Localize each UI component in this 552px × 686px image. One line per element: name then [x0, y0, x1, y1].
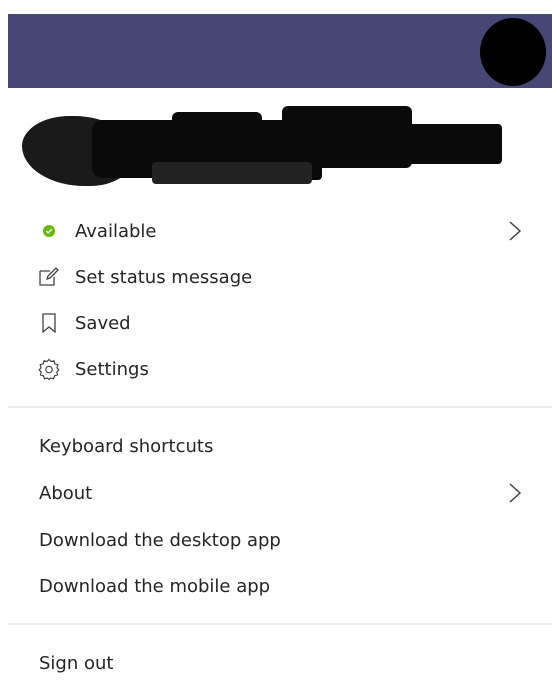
download-mobile-app-label: Download the mobile app [39, 575, 271, 597]
chevron-right-icon [509, 221, 522, 241]
keyboard-shortcuts-item[interactable]: Keyboard shortcuts [8, 424, 552, 468]
download-desktop-app-label: Download the desktop app [39, 529, 281, 551]
about-label: About [39, 482, 93, 504]
saved-item[interactable]: Saved [8, 301, 552, 345]
available-status-icon [38, 220, 60, 242]
bookmark-icon [38, 312, 60, 334]
status-label: Available [75, 220, 157, 242]
status-available-item[interactable]: Available [8, 209, 552, 253]
avatar[interactable] [480, 18, 546, 86]
download-mobile-app-item[interactable]: Download the mobile app [8, 564, 552, 608]
sign-out-label: Sign out [39, 652, 114, 674]
section-divider [8, 406, 552, 408]
chevron-right-icon [509, 483, 522, 503]
profile-header-band [8, 14, 552, 88]
profile-info-redacted [22, 106, 502, 190]
edit-message-icon [38, 266, 60, 288]
settings-label: Settings [75, 358, 149, 380]
profile-menu: Available Set status message Saved Setti… [0, 0, 552, 686]
set-status-message-item[interactable]: Set status message [8, 255, 552, 299]
about-item[interactable]: About [8, 471, 552, 515]
settings-item[interactable]: Settings [8, 347, 552, 391]
gear-icon [38, 358, 60, 380]
top-margin [0, 0, 552, 14]
keyboard-shortcuts-label: Keyboard shortcuts [39, 435, 214, 457]
saved-label: Saved [75, 312, 131, 334]
set-status-message-label: Set status message [75, 266, 253, 288]
sign-out-button[interactable]: Sign out [8, 641, 552, 685]
section-divider [8, 623, 552, 625]
download-desktop-app-item[interactable]: Download the desktop app [8, 518, 552, 562]
